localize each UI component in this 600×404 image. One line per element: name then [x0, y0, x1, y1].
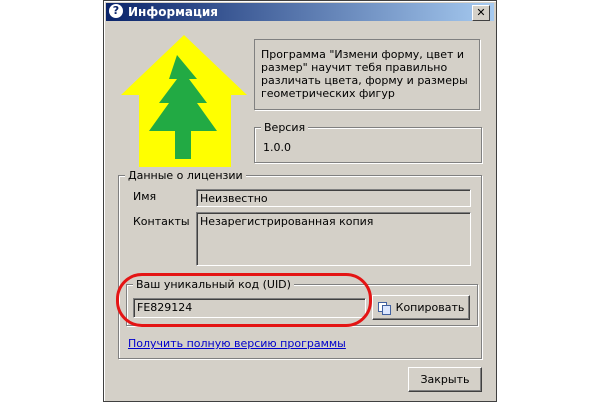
close-button-label: Закрыть	[420, 373, 470, 386]
close-icon[interactable]: ✕	[472, 5, 490, 21]
uid-legend: Ваш уникальный код (UID)	[133, 278, 294, 291]
version-group: Версия 1.0.0	[254, 121, 482, 163]
version-legend: Версия	[261, 121, 309, 134]
full-version-link[interactable]: Получить полную версию программы	[128, 337, 346, 350]
help-icon[interactable]: ?	[109, 4, 123, 18]
house-tree-logo	[121, 35, 247, 167]
program-description: Программа "Измени форму, цвет и размер" …	[254, 39, 480, 110]
copy-button[interactable]: Копировать	[372, 295, 470, 320]
name-label: Имя	[133, 190, 157, 203]
contacts-label: Контакты	[133, 215, 190, 228]
info-dialog: ? Информация ✕ Программа "Измени форму, …	[103, 0, 497, 402]
contacts-field[interactable]: Незарегистрированная копия	[196, 212, 471, 266]
license-legend: Данные о лицензии	[125, 169, 246, 182]
close-button[interactable]: Закрыть	[408, 367, 482, 392]
title-bar[interactable]: ? Информация ✕	[106, 3, 494, 21]
uid-field[interactable]: FE829124	[133, 298, 366, 318]
copy-button-label: Копировать	[395, 301, 465, 314]
version-value: 1.0.0	[263, 141, 291, 154]
uid-group: Ваш уникальный код (UID) FE829124 Копиро…	[126, 278, 478, 326]
copy-icon	[377, 301, 391, 315]
license-group: Данные о лицензии Имя Неизвестно Контакт…	[118, 169, 482, 359]
name-field[interactable]: Неизвестно	[196, 189, 471, 207]
window-title: Информация	[128, 5, 218, 19]
